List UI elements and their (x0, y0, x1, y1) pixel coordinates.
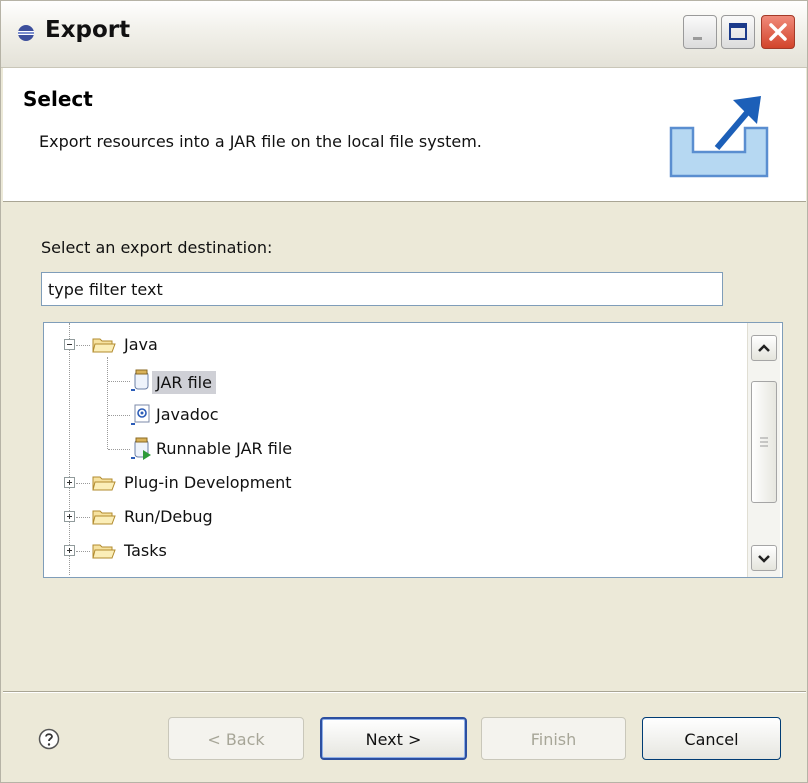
export-dialog: Export Select Export resources into a JA… (0, 0, 808, 783)
collapse-toggle[interactable] (64, 339, 75, 350)
minimize-icon (693, 37, 702, 40)
scroll-thumb[interactable] (751, 381, 777, 503)
tree-label: Run/Debug (124, 507, 213, 526)
close-button[interactable] (761, 15, 795, 49)
tree-item-plugin-development[interactable]: Plug-in Development (44, 467, 744, 499)
page-description: Export resources into a JAR file on the … (39, 132, 482, 151)
tree-connector (76, 517, 90, 518)
chevron-down-icon (758, 555, 770, 563)
export-icon (18, 25, 34, 41)
wizard-header: Select Export resources into a JAR file … (3, 68, 806, 202)
scroll-down-button[interactable] (751, 545, 777, 571)
tree-connector (108, 415, 130, 416)
filter-input[interactable] (41, 272, 723, 306)
tree-label: JAR file (152, 371, 216, 394)
chevron-up-icon (758, 344, 770, 352)
tree-connector (76, 483, 90, 484)
tree-connector (76, 551, 90, 552)
tree-label: Java (124, 335, 158, 354)
next-button[interactable]: Next > (320, 717, 467, 760)
finish-button[interactable]: Finish (481, 717, 626, 760)
close-icon (769, 23, 787, 41)
page-title: Select (23, 87, 93, 111)
window-title: Export (45, 17, 131, 43)
minimize-button[interactable] (683, 15, 717, 49)
tree-label: Runnable JAR file (156, 439, 293, 458)
tree-item-java[interactable]: Java (44, 329, 744, 361)
maximize-icon (729, 23, 747, 40)
help-icon[interactable] (38, 728, 60, 750)
tree-item-javadoc[interactable]: Javadoc (44, 399, 744, 431)
jar-icon (131, 369, 149, 391)
destination-tree[interactable]: Java JAR file Javadoc Runnable JAR file … (43, 322, 783, 578)
tree-label: Plug-in Development (124, 473, 292, 492)
expand-toggle[interactable] (64, 477, 75, 488)
scroll-up-button[interactable] (751, 335, 777, 361)
tree-connector (108, 449, 130, 450)
tree-connector (76, 345, 90, 346)
folder-icon (92, 476, 116, 491)
tree-item-runnable-jar[interactable]: Runnable JAR file (44, 433, 744, 465)
export-arrow-icon (669, 96, 769, 178)
tree-connector (108, 381, 130, 382)
folder-icon (92, 544, 116, 559)
grip-icon (760, 437, 768, 447)
tree-item-run-debug[interactable]: Run/Debug (44, 501, 744, 533)
tree-label: Javadoc (156, 405, 219, 424)
title-bar[interactable]: Export (1, 1, 807, 68)
folder-icon (92, 510, 116, 525)
expand-toggle[interactable] (64, 511, 75, 522)
back-button[interactable]: < Back (168, 717, 304, 760)
maximize-button[interactable] (721, 15, 755, 49)
cancel-button[interactable]: Cancel (642, 717, 781, 760)
runnable-jar-icon (131, 437, 151, 460)
tree-item-tasks[interactable]: Tasks (44, 535, 744, 567)
tree-label: Tasks (124, 541, 167, 560)
javadoc-icon (131, 404, 150, 425)
folder-icon (92, 338, 116, 353)
footer-separator (3, 691, 806, 693)
tree-item-jar-file[interactable]: JAR file (44, 365, 744, 397)
expand-toggle[interactable] (64, 545, 75, 556)
destination-prompt: Select an export destination: (41, 238, 273, 257)
tree-scrollbar[interactable] (747, 323, 780, 577)
